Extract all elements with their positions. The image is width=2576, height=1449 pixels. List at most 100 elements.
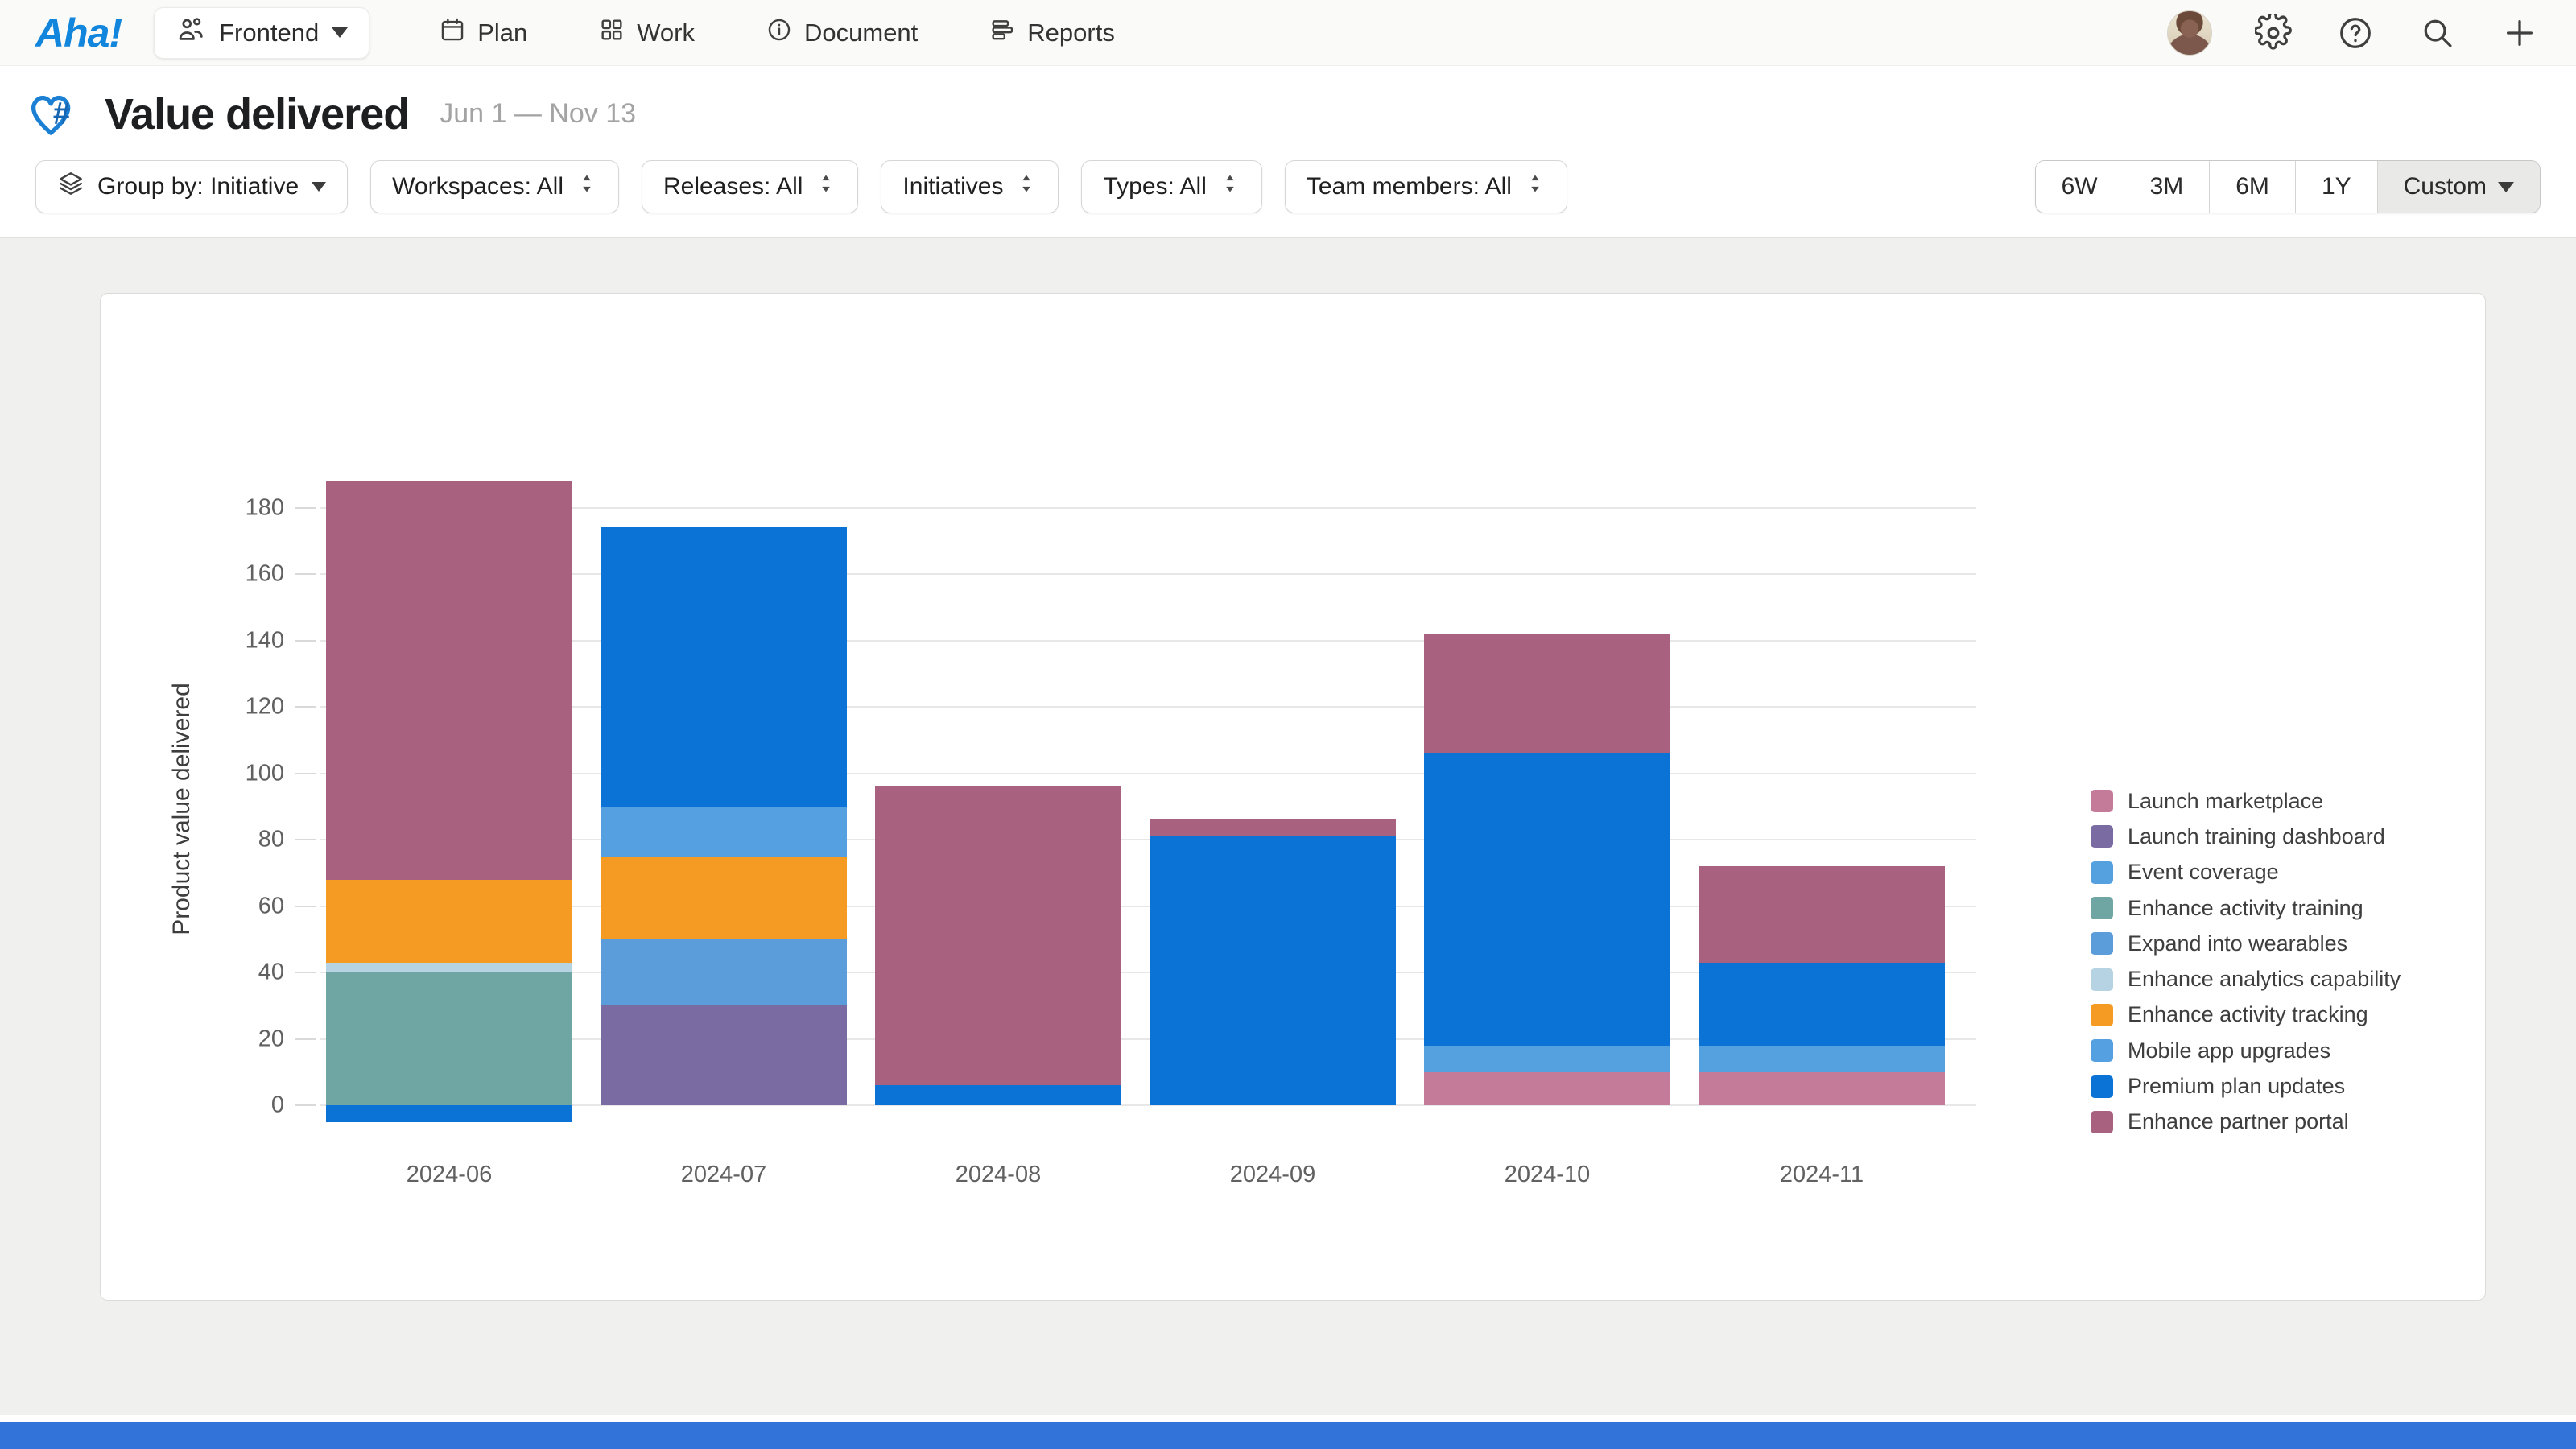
- sort-arrows-icon: [1525, 171, 1546, 202]
- bar-segment[interactable]: [1424, 753, 1670, 1046]
- legend-item[interactable]: Mobile app upgrades: [2091, 1033, 2401, 1068]
- y-axis-title: Product value delivered: [168, 683, 196, 935]
- nav-item-document[interactable]: Document: [766, 16, 918, 50]
- legend-item[interactable]: Enhance activity training: [2091, 890, 2401, 926]
- filter-workspaces[interactable]: Workspaces: All: [370, 160, 619, 213]
- filter-label: Types: All: [1103, 173, 1206, 200]
- bar-segment[interactable]: [1424, 1046, 1670, 1072]
- search-icon[interactable]: [2417, 12, 2458, 54]
- nav-menu: Plan Work Document: [439, 16, 1115, 50]
- legend-swatch: [2091, 825, 2113, 848]
- chevron-down-icon: [332, 27, 348, 38]
- y-axis-tick: [295, 573, 316, 575]
- filter-team-members[interactable]: Team members: All: [1285, 160, 1567, 213]
- svg-text:#: #: [53, 97, 70, 131]
- bar-segment[interactable]: [1150, 819, 1396, 836]
- sort-arrows-icon: [815, 171, 836, 202]
- bar-segment[interactable]: [601, 857, 847, 939]
- legend-label: Launch training dashboard: [2128, 824, 2385, 849]
- legend-swatch: [2091, 1004, 2113, 1026]
- bar-segment[interactable]: [326, 972, 572, 1105]
- time-range-custom[interactable]: Custom: [2377, 161, 2540, 213]
- workspace-people-icon: [175, 14, 206, 52]
- y-axis-tick: [295, 640, 316, 642]
- group-by-dropdown[interactable]: Group by: Initiative: [35, 160, 348, 213]
- bar-segment[interactable]: [601, 527, 847, 807]
- legend-label: Expand into wearables: [2128, 931, 2347, 956]
- y-tick-label: 40: [204, 960, 284, 986]
- legend-item[interactable]: Expand into wearables: [2091, 926, 2401, 961]
- legend-swatch: [2091, 861, 2113, 884]
- time-range-label: Custom: [2404, 173, 2487, 200]
- filter-initiatives[interactable]: Initiatives: [881, 160, 1059, 213]
- aha-logo[interactable]: Aha!: [35, 10, 122, 56]
- legend-swatch: [2091, 932, 2113, 955]
- bar-segment[interactable]: [1699, 1046, 1945, 1072]
- bar-segment[interactable]: [1699, 963, 1945, 1046]
- filter-label: Workspaces: All: [392, 173, 564, 200]
- chevron-down-icon: [312, 182, 326, 192]
- workspace-label: Frontend: [219, 19, 319, 47]
- legend-item[interactable]: Event coverage: [2091, 855, 2401, 890]
- add-plus-icon[interactable]: [2499, 12, 2541, 54]
- bar-segment[interactable]: [326, 481, 572, 880]
- calendar-icon: [439, 16, 466, 50]
- settings-gear-icon[interactable]: [2252, 12, 2294, 54]
- y-tick-label: 180: [204, 494, 284, 521]
- nav-item-work[interactable]: Work: [598, 16, 695, 50]
- bottom-strip: [0, 1422, 2576, 1449]
- filter-types[interactable]: Types: All: [1081, 160, 1261, 213]
- help-icon[interactable]: [2334, 12, 2376, 54]
- bar-segment[interactable]: [601, 807, 847, 857]
- page-date-range: Jun 1 — Nov 13: [440, 98, 636, 130]
- time-range-1y[interactable]: 1Y: [2295, 161, 2377, 213]
- legend-item[interactable]: Enhance analytics capability: [2091, 961, 2401, 997]
- group-by-label: Group by: Initiative: [97, 173, 299, 200]
- time-range-3m[interactable]: 3M: [2124, 161, 2210, 213]
- chart-card: Product value delivered Launch marketpla…: [100, 293, 2486, 1301]
- legend-item[interactable]: Launch training dashboard: [2091, 819, 2401, 854]
- sort-arrows-icon: [1220, 171, 1241, 202]
- y-tick-label: 60: [204, 893, 284, 919]
- nav-item-plan[interactable]: Plan: [439, 16, 527, 50]
- y-axis-tick: [295, 839, 316, 840]
- x-tick-label: 2024-06: [326, 1162, 572, 1188]
- user-avatar[interactable]: [2167, 10, 2212, 56]
- legend-label: Premium plan updates: [2128, 1074, 2345, 1099]
- time-range-6w[interactable]: 6W: [2036, 161, 2124, 213]
- legend-label: Event coverage: [2128, 860, 2279, 885]
- report-bars-icon: [989, 16, 1016, 50]
- sort-arrows-icon: [1016, 171, 1037, 202]
- bar-segment[interactable]: [326, 963, 572, 972]
- legend-label: Enhance partner portal: [2128, 1109, 2349, 1134]
- bar-segment[interactable]: [601, 1005, 847, 1105]
- legend-label: Enhance activity tracking: [2128, 1002, 2368, 1027]
- workspace-switcher[interactable]: Frontend: [154, 7, 369, 59]
- legend-item[interactable]: Launch marketplace: [2091, 783, 2401, 819]
- legend-item[interactable]: Enhance partner portal: [2091, 1104, 2401, 1140]
- x-tick-label: 2024-07: [601, 1162, 847, 1188]
- bar-segment[interactable]: [326, 1105, 572, 1122]
- time-range-6m[interactable]: 6M: [2209, 161, 2295, 213]
- y-axis-tick: [295, 507, 316, 509]
- bar-segment[interactable]: [1699, 1072, 1945, 1105]
- y-tick-label: 80: [204, 827, 284, 853]
- bar-segment[interactable]: [875, 1085, 1121, 1105]
- x-tick-label: 2024-08: [875, 1162, 1121, 1188]
- bar-segment[interactable]: [875, 786, 1121, 1085]
- bar-segment[interactable]: [1424, 1072, 1670, 1105]
- legend-item[interactable]: Enhance activity tracking: [2091, 997, 2401, 1033]
- filter-releases[interactable]: Releases: All: [642, 160, 858, 213]
- legend-label: Mobile app upgrades: [2128, 1038, 2330, 1063]
- bar-segment[interactable]: [326, 880, 572, 963]
- filter-label: Releases: All: [663, 173, 803, 200]
- bar-segment[interactable]: [1699, 866, 1945, 963]
- nav-item-reports[interactable]: Reports: [989, 16, 1115, 50]
- legend-item[interactable]: Premium plan updates: [2091, 1068, 2401, 1104]
- page-header: # Value delivered Jun 1 — Nov 13: [0, 66, 2576, 147]
- legend: Launch marketplace Launch training dashbo…: [2091, 783, 2401, 1140]
- x-tick-label: 2024-10: [1424, 1162, 1670, 1188]
- bar-segment[interactable]: [1150, 836, 1396, 1105]
- bar-segment[interactable]: [601, 939, 847, 1006]
- bar-segment[interactable]: [1424, 634, 1670, 753]
